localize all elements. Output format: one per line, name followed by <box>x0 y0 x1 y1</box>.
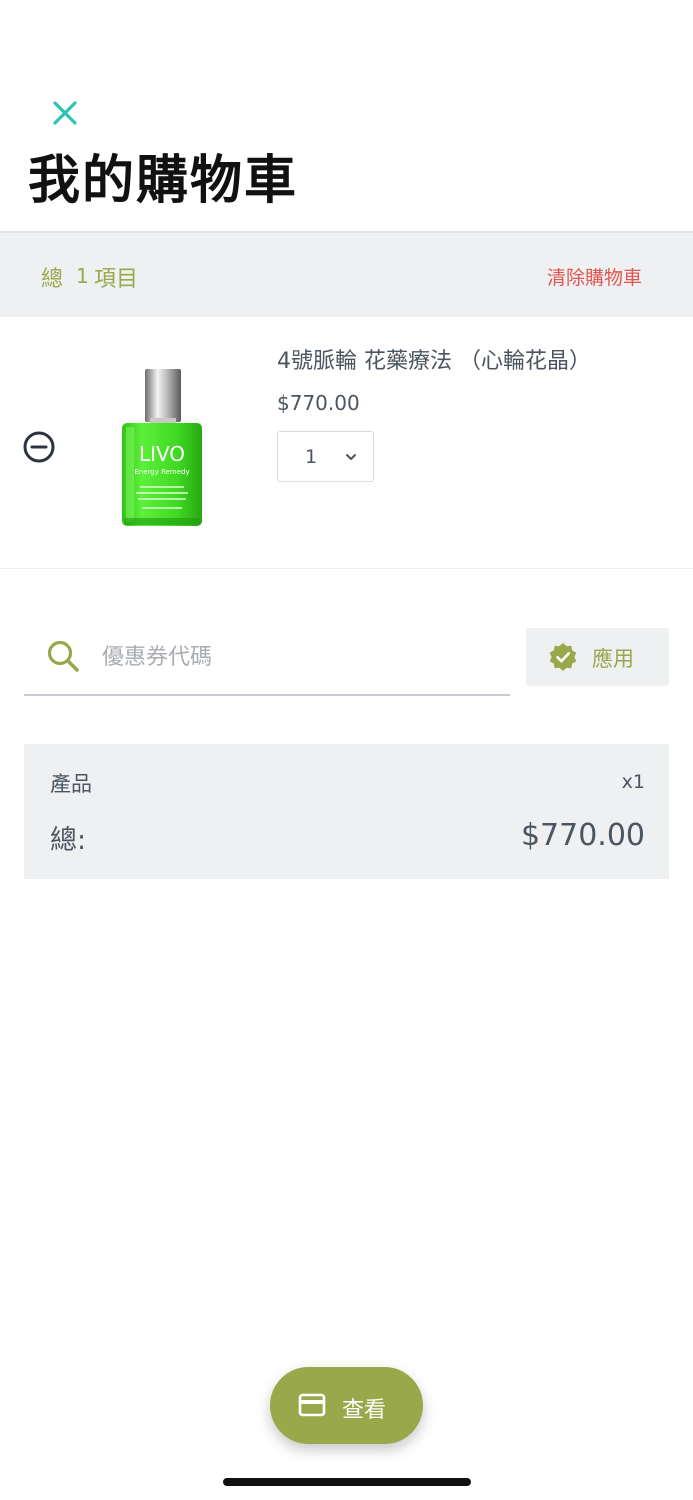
summary-total-value: $770.00 <box>520 818 645 853</box>
summary-total-label: 總: <box>50 825 87 856</box>
verified-badge-icon <box>548 642 578 672</box>
product-name[interactable]: 4號脈輪 花藥療法 （心輪花晶） <box>277 343 591 375</box>
home-indicator <box>223 1478 471 1486</box>
product-image-sublabel: Energy Remedy <box>134 468 189 476</box>
items-label: 項目 <box>94 267 139 292</box>
cart-item: LIVO Energy Remedy 4號脈輪 花藥療法 （心輪花晶） $770… <box>0 317 693 569</box>
remove-item-button[interactable] <box>22 430 56 464</box>
coupon-field <box>24 620 510 696</box>
quantity-value: 1 <box>305 446 318 468</box>
chevron-down-icon <box>344 450 358 464</box>
apply-coupon-button[interactable]: 應用 <box>526 628 669 686</box>
product-price: $770.00 <box>277 391 360 415</box>
summary-product-label: 產品 <box>50 772 92 796</box>
order-summary: 產品 x1 總: $770.00 <box>24 744 669 879</box>
clear-cart-button[interactable]: 清除購物車 <box>547 263 642 290</box>
summary-product-qty: x1 <box>621 771 645 793</box>
summary-total-label: 總 <box>41 267 64 292</box>
checkout-button[interactable]: 查看 <box>270 1367 423 1444</box>
product-image-brand: LIVO <box>139 442 185 466</box>
product-image: LIVO Energy Remedy <box>112 361 214 529</box>
close-button[interactable] <box>46 94 84 132</box>
item-count: 1 <box>76 264 89 288</box>
credit-card-icon <box>298 1393 326 1417</box>
apply-label: 應用 <box>592 647 634 671</box>
minus-circle-icon <box>23 431 55 463</box>
page-title: 我的購物車 <box>28 151 299 211</box>
close-icon <box>53 101 77 125</box>
checkout-label: 查看 <box>342 1398 387 1423</box>
quantity-select[interactable]: 1 <box>277 431 374 482</box>
coupon-input[interactable] <box>102 636 502 678</box>
cart-summary-bar: 總 1 項目 清除購物車 <box>0 233 693 317</box>
search-icon <box>46 639 80 673</box>
